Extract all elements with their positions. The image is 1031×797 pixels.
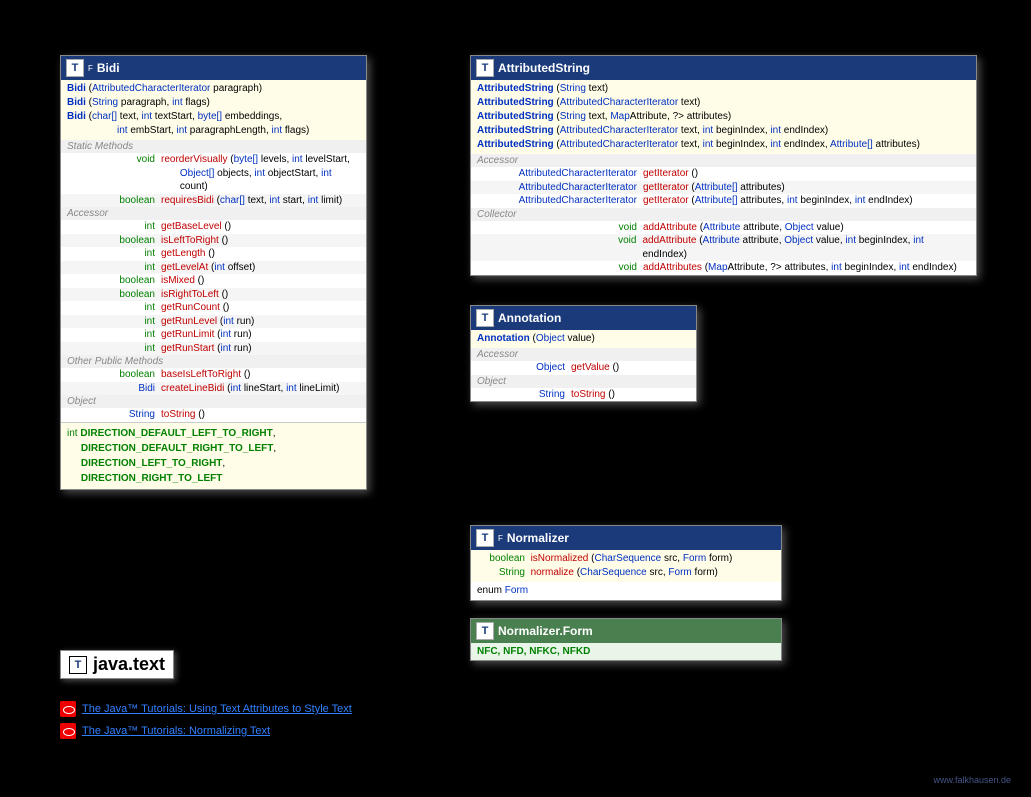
type-icon: T — [66, 59, 84, 77]
class-card-annotation: T Annotation Annotation (Object value) Ac… — [470, 305, 697, 402]
card-header: TF Bidi — [61, 56, 366, 80]
link-item: The Java™ Tutorials: Using Text Attribut… — [60, 701, 352, 717]
group-label: Accessor — [471, 154, 976, 167]
constructors: Annotation (Object value) — [471, 330, 696, 348]
group-label: Static Methods — [61, 140, 366, 153]
final-marker: F — [88, 64, 93, 73]
group-label: Collector — [471, 208, 976, 221]
tutorial-link[interactable]: The Java™ Tutorials: Normalizing Text — [82, 725, 270, 737]
methods: boolean isNormalized (CharSequence src, … — [471, 550, 781, 582]
tutorial-links: The Java™ Tutorials: Using Text Attribut… — [60, 695, 352, 745]
accessor-methods: intgetBaseLevel ()booleanisLeftToRight (… — [61, 220, 366, 355]
link-item: The Java™ Tutorials: Normalizing Text — [60, 723, 352, 739]
accessor-methods: ObjectgetValue () — [471, 361, 696, 375]
tutorial-link[interactable]: The Java™ Tutorials: Using Text Attribut… — [82, 703, 352, 715]
class-name: AttributedString — [498, 61, 590, 75]
class-card-normalizer-form: T Normalizer.Form NFC, NFD, NFKC, NFKD — [470, 618, 782, 661]
class-card-bidi: TF Bidi Bidi (AttributedCharacterIterator… — [60, 55, 367, 490]
constants: int DIRECTION_DEFAULT_LEFT_TO_RIGHT, DIR… — [61, 422, 366, 489]
object-methods: StringtoString () — [471, 388, 696, 402]
card-header: T AttributedString — [471, 56, 976, 80]
other-methods: booleanbaseIsLeftToRight ()BidicreateLin… — [61, 368, 366, 395]
group-label: Accessor — [471, 348, 696, 361]
type-icon: T — [476, 622, 494, 640]
constructors: Bidi (AttributedCharacterIterator paragr… — [61, 80, 366, 140]
group-label: Object — [471, 375, 696, 388]
class-card-attributedstring: T AttributedString AttributedString (Stri… — [470, 55, 977, 276]
footer-credit: www.falkhausen.de — [933, 775, 1011, 785]
class-name: Normalizer.Form — [498, 624, 593, 638]
enum-values: NFC, NFD, NFKC, NFKD — [471, 643, 781, 660]
card-header: T Normalizer.Form — [471, 619, 781, 643]
final-marker: F — [498, 534, 503, 543]
collector-methods: voidaddAttribute (Attribute attribute, O… — [471, 221, 976, 275]
package-name: java.text — [93, 654, 165, 675]
class-card-normalizer: TF Normalizer boolean isNormalized (CharS… — [470, 525, 782, 601]
type-icon: T — [476, 59, 494, 77]
card-header: TF Normalizer — [471, 526, 781, 550]
class-name: Annotation — [498, 311, 561, 325]
class-name: Normalizer — [507, 531, 569, 545]
accessor-methods: AttributedCharacterIteratorgetIterator (… — [471, 167, 976, 208]
group-label: Other Public Methods — [61, 355, 366, 368]
object-methods: StringtoString () — [61, 408, 366, 422]
package-label: Tjava.text — [60, 650, 174, 679]
group-label: Object — [61, 395, 366, 408]
group-label: Accessor — [61, 207, 366, 220]
type-icon: T — [476, 309, 494, 327]
type-icon: T — [476, 529, 494, 547]
constructors: AttributedString (String text)Attributed… — [471, 80, 976, 154]
class-name: Bidi — [97, 61, 120, 75]
enum-decl: enum Form — [471, 582, 781, 600]
static-methods: voidreorderVisually (byte[] levels, int … — [61, 153, 366, 207]
oracle-icon — [60, 701, 76, 717]
type-icon: T — [69, 656, 87, 674]
enum-keyword: enum — [477, 585, 502, 596]
card-header: T Annotation — [471, 306, 696, 330]
enum-name: Form — [505, 585, 528, 596]
oracle-icon — [60, 723, 76, 739]
